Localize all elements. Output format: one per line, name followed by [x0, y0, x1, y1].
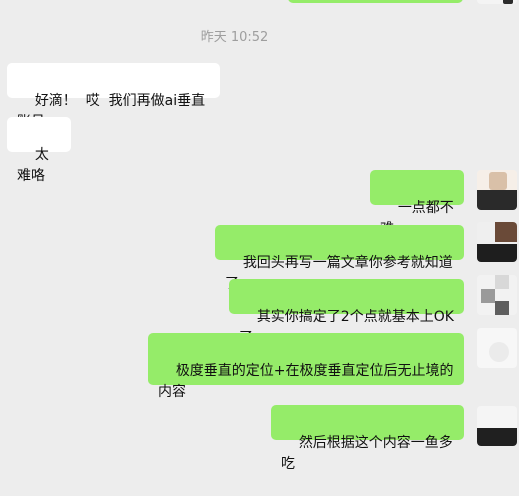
incoming-message[interactable]: 太难咯 — [7, 117, 71, 184]
partial-outgoing-bubble[interactable] — [288, 0, 463, 3]
outgoing-message[interactable]: 我回头再写一篇文章你参考就知道了 — [215, 225, 464, 292]
message-timestamp: 昨天 10:52 — [200, 30, 269, 45]
avatar[interactable] — [477, 328, 517, 368]
message-text: 极度垂直的定位+在极度垂直定位后无止境的内容 — [158, 363, 454, 400]
avatar[interactable] — [477, 406, 517, 446]
incoming-message[interactable]: 好滴！ 哎 我们再做ai垂直账号 — [7, 63, 220, 130]
message-text: 太难咯 — [17, 147, 49, 184]
outgoing-message[interactable]: 极度垂直的定位+在极度垂直定位后无止境的内容 — [148, 333, 464, 400]
avatar[interactable] — [477, 275, 517, 315]
outgoing-message[interactable]: 然后根据这个内容一鱼多吃 — [271, 405, 464, 472]
message-text: 然后根据这个内容一鱼多吃 — [281, 435, 453, 472]
chat-message-list[interactable]: 昨天 10:52 好滴！ 哎 我们再做ai垂直账号 太难咯 一点都不难 我回头再… — [0, 0, 519, 472]
avatar[interactable] — [477, 222, 517, 262]
outgoing-message[interactable]: 一点都不难 — [370, 170, 464, 237]
outgoing-message[interactable]: 其实你搞定了2个点就基本上OK了 — [229, 279, 464, 346]
avatar[interactable] — [477, 170, 517, 210]
partial-avatar[interactable] — [477, 0, 517, 4]
